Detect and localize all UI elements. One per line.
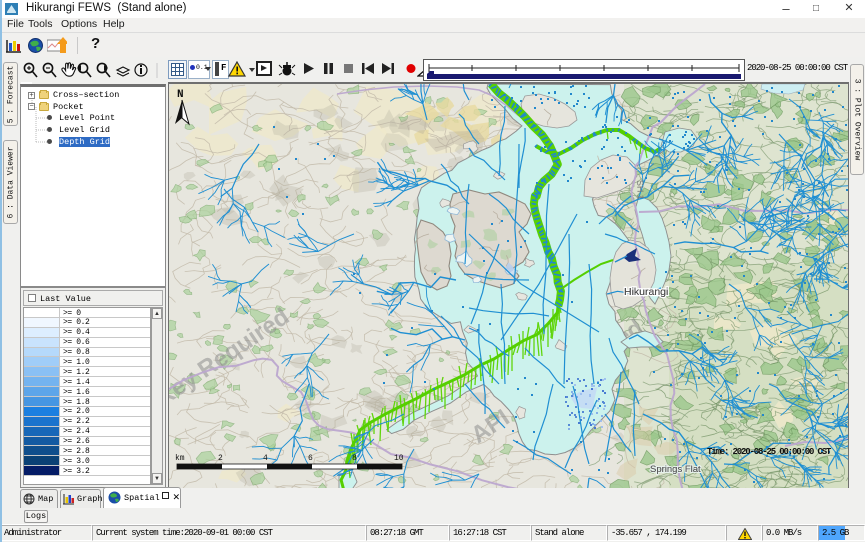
svg-text:10: 10 — [394, 454, 404, 463]
svg-text:SH 1: SH 1 — [635, 180, 646, 200]
svg-text:8: 8 — [352, 454, 357, 463]
svg-text:km: km — [175, 454, 185, 463]
svg-text:6: 6 — [308, 454, 313, 463]
svg-text:4: 4 — [263, 454, 268, 463]
svg-text:Hikurangi: Hikurangi — [624, 286, 668, 298]
svg-text:Time: 2020-08-25 00:00:00 CST: Time: 2020-08-25 00:00:00 CST — [707, 447, 832, 457]
svg-text:N: N — [177, 89, 184, 101]
svg-text:2: 2 — [218, 454, 223, 463]
svg-text:Springs Flat: Springs Flat — [650, 464, 701, 475]
